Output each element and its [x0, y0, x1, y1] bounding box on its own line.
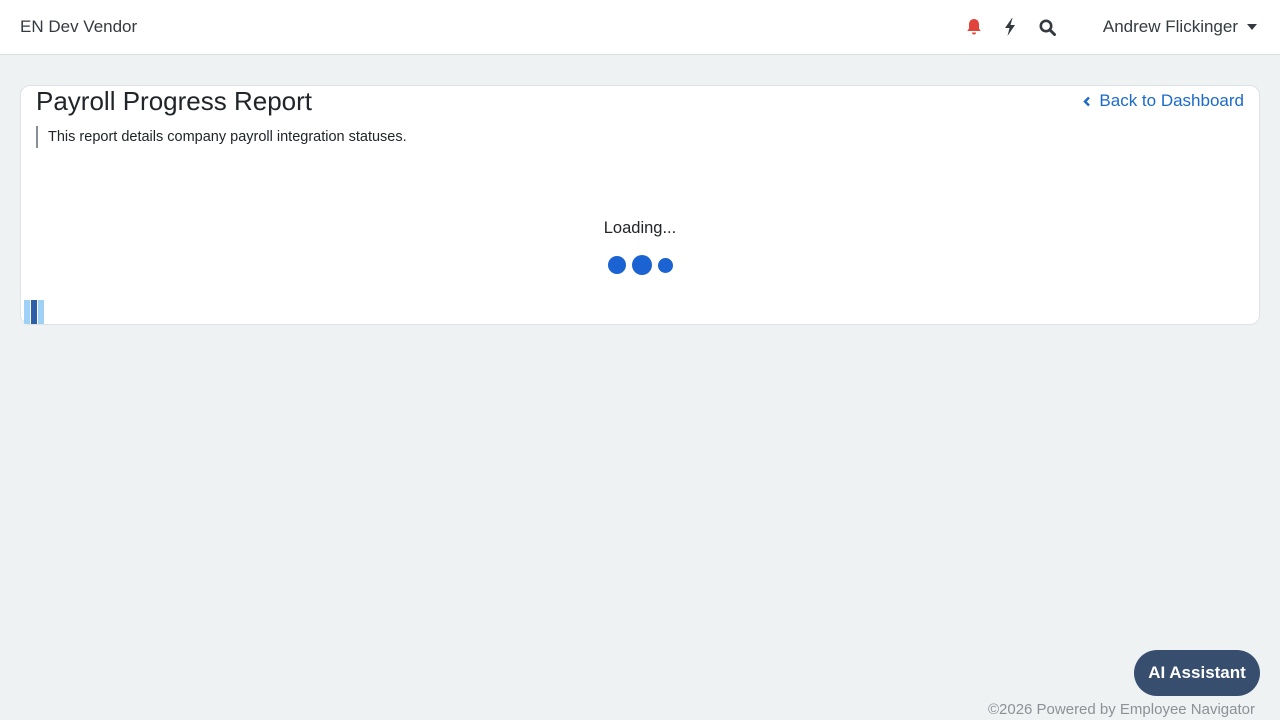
- user-menu[interactable]: Andrew Flickinger: [1103, 17, 1257, 37]
- loading-spinner: [21, 255, 1259, 275]
- loading-dot: [657, 257, 673, 273]
- page-title: Payroll Progress Report: [36, 86, 312, 116]
- report-description: This report details company payroll inte…: [36, 126, 407, 148]
- search-icon[interactable]: [1037, 16, 1057, 38]
- ai-assistant-button[interactable]: AI Assistant: [1134, 650, 1260, 696]
- report-card: Payroll Progress Report Back to Dashboar…: [20, 85, 1260, 325]
- bell-icon[interactable]: [964, 16, 984, 38]
- chevron-down-icon: [1247, 24, 1257, 30]
- loading-text: Loading...: [603, 219, 677, 237]
- back-link-label: Back to Dashboard: [1099, 91, 1244, 110]
- top-navbar: EN Dev Vendor Andrew Flickinger: [0, 0, 1280, 55]
- back-to-dashboard-link[interactable]: Back to Dashboard: [1083, 91, 1244, 111]
- user-name: Andrew Flickinger: [1102, 17, 1238, 36]
- loading-dot: [607, 256, 626, 274]
- bars-icon[interactable]: [24, 300, 48, 324]
- footer-text: ©2026 Powered by Employee Navigator: [987, 701, 1255, 718]
- loading-dot: [631, 255, 652, 275]
- bolt-icon[interactable]: [1000, 16, 1020, 38]
- brand-name[interactable]: EN Dev Vendor: [20, 17, 137, 37]
- chevron-left-icon: [1083, 96, 1091, 106]
